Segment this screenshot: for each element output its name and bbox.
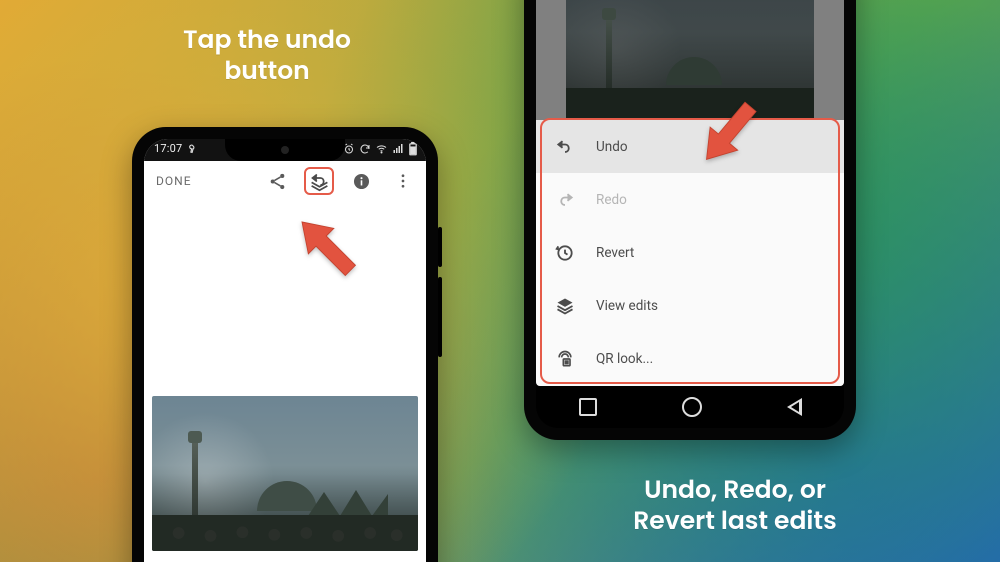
caption-left-line2: button <box>224 53 309 88</box>
nav-back-icon[interactable] <box>787 398 802 416</box>
status-left: 17:07 <box>154 142 199 155</box>
app-bar: DONE <box>144 161 426 202</box>
caption-left: Tap the undo button <box>107 24 427 87</box>
caption-right-line1: Undo, Redo, or <box>644 472 826 507</box>
caption-left-line1: Tap the undo <box>183 22 351 57</box>
undo-icon <box>554 136 576 158</box>
status-time: 17:07 <box>154 142 182 155</box>
phone-right: Undo Redo Revert View edits <box>524 0 856 440</box>
redo-icon <box>554 189 576 211</box>
done-button[interactable]: DONE <box>156 174 192 188</box>
menu-item-redo: Redo <box>536 173 844 226</box>
menu-item-qr-look[interactable]: QR look... <box>536 332 844 385</box>
revert-icon <box>554 242 576 264</box>
menu-label: Undo <box>596 139 628 155</box>
phone-notch <box>225 139 345 161</box>
nav-home-icon[interactable] <box>682 397 702 417</box>
info-icon[interactable] <box>344 161 378 201</box>
share-icon[interactable] <box>260 161 294 201</box>
phone-side-button <box>438 227 442 267</box>
qr-icon <box>554 348 576 370</box>
menu-item-view-edits[interactable]: View edits <box>536 279 844 332</box>
wifi-icon <box>375 143 388 155</box>
menu-label: View edits <box>596 298 658 314</box>
status-right <box>343 142 418 156</box>
nav-recent-icon[interactable] <box>579 398 597 416</box>
phone-right-screen: Undo Redo Revert View edits <box>536 0 844 386</box>
menu-label: QR look... <box>596 351 653 367</box>
sync-icon <box>359 143 371 155</box>
status-bar: 17:07 <box>144 139 426 161</box>
undo-stack-icon[interactable] <box>302 161 336 201</box>
phone-side-button <box>438 277 442 357</box>
phone-left-screen: 17:07 <box>144 139 426 562</box>
phone-left: 17:07 <box>132 127 438 562</box>
photo-canvas[interactable] <box>144 201 426 562</box>
caption-right: Undo, Redo, or Revert last edits <box>575 474 895 537</box>
menu-item-revert[interactable]: Revert <box>536 226 844 279</box>
menu-item-undo[interactable]: Undo <box>536 120 844 173</box>
edit-history-menu: Undo Redo Revert View edits <box>536 120 844 386</box>
menu-label: Redo <box>596 192 627 208</box>
wrench-icon <box>186 141 201 156</box>
alarm-icon <box>343 143 355 155</box>
more-icon[interactable] <box>386 161 420 201</box>
edited-photo-dim <box>566 0 814 120</box>
layers-icon <box>554 295 576 317</box>
battery-icon <box>408 142 418 156</box>
signal-icon <box>392 143 404 155</box>
android-nav-bar <box>536 386 844 428</box>
menu-label: Revert <box>596 245 634 261</box>
edited-photo <box>152 396 418 551</box>
caption-right-line2: Revert last edits <box>633 503 836 538</box>
